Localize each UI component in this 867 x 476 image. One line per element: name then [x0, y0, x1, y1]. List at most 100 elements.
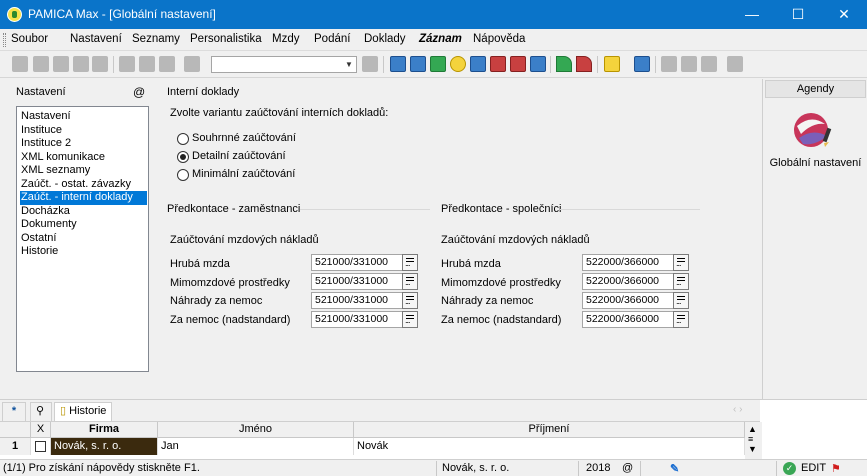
scroll-down-icon[interactable]: ▼ [748, 444, 757, 454]
flag-icon[interactable]: ⚑ [831, 462, 841, 475]
agenda-m5-icon[interactable] [530, 56, 546, 72]
agenda-m-icon[interactable] [390, 56, 406, 72]
print-icon[interactable] [73, 56, 89, 72]
nav-item-historie[interactable]: Historie [20, 245, 58, 259]
nav-item-xml-seznamy[interactable]: XML seznamy [20, 164, 90, 178]
nav-item-instituce-2[interactable]: Instituce 2 [20, 137, 71, 151]
table-cell-jmeno[interactable]: Jan [158, 438, 354, 455]
pen-icon[interactable]: ✎ [670, 462, 679, 475]
menu-seznamy[interactable]: Seznamy [132, 33, 180, 45]
agenda-person-icon[interactable] [430, 56, 446, 72]
menu-zaznam[interactable]: Záznam [419, 33, 462, 45]
message-icon[interactable] [661, 56, 677, 72]
agenda-contact-icon[interactable] [450, 56, 466, 72]
scroll-middle-icon[interactable]: ≡ [748, 434, 753, 444]
grid-scrollbar[interactable]: ▲ ≡ ▼ [745, 422, 762, 460]
tabs-scroll-icon[interactable]: ‹ › [733, 404, 742, 415]
menu-nastaveni[interactable]: Nastavení [70, 33, 122, 45]
status-year[interactable]: 2018 [586, 462, 610, 474]
copy-record-icon[interactable] [53, 56, 69, 72]
minimize-button[interactable]: — [729, 0, 775, 29]
duplicate-icon[interactable] [184, 56, 200, 72]
employees-field-nahrady[interactable]: 521000/331000 [311, 292, 405, 309]
partners-field-nahrady[interactable]: 522000/366000 [582, 292, 676, 309]
agenda-m2-icon[interactable] [470, 56, 486, 72]
partners-field-za-nemoc[interactable]: 522000/366000 [582, 311, 676, 328]
global-settings-icon[interactable] [791, 106, 837, 152]
employees-field-za-nemoc[interactable]: 521000/331000 [311, 311, 405, 328]
grid-header-x[interactable]: X [31, 422, 51, 438]
employees-field-mimomzdove[interactable]: 521000/331000 [311, 273, 405, 290]
nav-item-interni-doklady[interactable]: Zaúčt. - interní doklady [20, 191, 147, 205]
chevron-down-icon[interactable]: ▼ [343, 58, 355, 71]
radio-detailni-label[interactable]: Detailní zaúčtování [192, 150, 286, 162]
nav-item-ostat-zavazky[interactable]: Zaúčt. - ostat. závazky [20, 178, 131, 192]
partners-field-hruba-mzda[interactable]: 522000/366000 [582, 254, 676, 271]
maximize-button[interactable]: ☐ [775, 0, 821, 29]
partners-picker-hruba-mzda-icon[interactable] [673, 254, 689, 271]
menu-podani[interactable]: Podání [314, 33, 350, 45]
table-cell-firma[interactable]: Novák, s. r. o. [51, 438, 158, 455]
tab-current[interactable]: * [2, 402, 26, 421]
employees-picker-hruba-mzda-icon[interactable] [402, 254, 418, 271]
agenda-m3-icon[interactable] [490, 56, 506, 72]
nav-item-dokumenty[interactable]: Dokumenty [20, 218, 77, 232]
folder-icon[interactable] [604, 56, 620, 72]
settings-icon[interactable] [727, 56, 743, 72]
agenda-tree-icon[interactable] [410, 56, 426, 72]
menu-personalistika[interactable]: Personalistika [190, 33, 262, 45]
at-icon[interactable]: @ [133, 85, 145, 99]
menu-mzdy[interactable]: Mzdy [272, 33, 299, 45]
list-icon[interactable] [681, 56, 697, 72]
flag-red-icon[interactable] [576, 56, 592, 72]
partners-picker-nahrady-icon[interactable] [673, 292, 689, 309]
filter-icon[interactable] [362, 56, 378, 72]
radio-souhrnne-label[interactable]: Souhrnné zaúčtování [192, 132, 296, 144]
employees-picker-mimomzdove-icon[interactable] [402, 273, 418, 290]
calendar-icon[interactable] [634, 56, 650, 72]
filter-combo[interactable]: ▼ [211, 56, 357, 73]
toolbar-separator [655, 56, 656, 73]
close-button[interactable]: ✕ [821, 0, 867, 29]
menu-doklady[interactable]: Doklady [364, 33, 406, 45]
new-record-icon[interactable] [12, 56, 28, 72]
export-icon[interactable] [92, 56, 108, 72]
nav-item-instituce[interactable]: Instituce [20, 124, 62, 138]
flag-green-icon[interactable] [556, 56, 572, 72]
nav-item-xml-komunikace[interactable]: XML komunikace [20, 151, 105, 165]
agendy-item-label[interactable]: Globální nastavení [763, 157, 867, 169]
edit-record-icon[interactable] [33, 56, 49, 72]
save-all-icon[interactable] [159, 56, 175, 72]
agenda-m4-icon[interactable] [510, 56, 526, 72]
tab-historie[interactable]: ▯ Historie [54, 402, 113, 421]
radio-minimalni-label[interactable]: Minimální zaúčtování [192, 168, 295, 180]
partners-picker-mimomzdove-icon[interactable] [673, 273, 689, 290]
employees-field-hruba-mzda[interactable]: 521000/331000 [311, 254, 405, 271]
radio-detailni[interactable] [177, 151, 189, 163]
partners-label-za-nemoc: Za nemoc (nadstandard) [441, 314, 562, 326]
nav-item-nastaveni[interactable]: Nastavení [20, 110, 71, 124]
radio-souhrnne[interactable] [177, 133, 189, 145]
menu-soubor[interactable]: Soubor [11, 33, 48, 45]
save-icon[interactable] [139, 56, 155, 72]
grid-header-prijmeni[interactable]: Příjmení [354, 422, 745, 438]
partners-picker-za-nemoc-icon[interactable] [673, 311, 689, 328]
table-cell-prijmeni[interactable]: Novák [354, 438, 745, 455]
document-icon: ▯ [60, 405, 67, 417]
document-icon[interactable] [119, 56, 135, 72]
table-row-checkbox[interactable] [31, 438, 51, 455]
nav-item-ostatni[interactable]: Ostatní [20, 232, 56, 246]
employees-label-za-nemoc: Za nemoc (nadstandard) [170, 314, 291, 326]
grid-header-firma[interactable]: Firma [51, 422, 158, 438]
scroll-up-icon[interactable]: ▲ [748, 424, 757, 434]
status-at-icon[interactable]: @ [622, 462, 633, 474]
tab-filter[interactable]: ⚲ [30, 402, 52, 421]
grid-header-jmeno[interactable]: Jméno [158, 422, 354, 438]
mail-icon[interactable] [701, 56, 717, 72]
menu-napoveda[interactable]: Nápověda [473, 33, 525, 45]
employees-picker-nahrady-icon[interactable] [402, 292, 418, 309]
partners-field-mimomzdove[interactable]: 522000/366000 [582, 273, 676, 290]
employees-picker-za-nemoc-icon[interactable] [402, 311, 418, 328]
radio-minimalni[interactable] [177, 169, 189, 181]
nav-item-dochazka[interactable]: Docházka [20, 205, 70, 219]
